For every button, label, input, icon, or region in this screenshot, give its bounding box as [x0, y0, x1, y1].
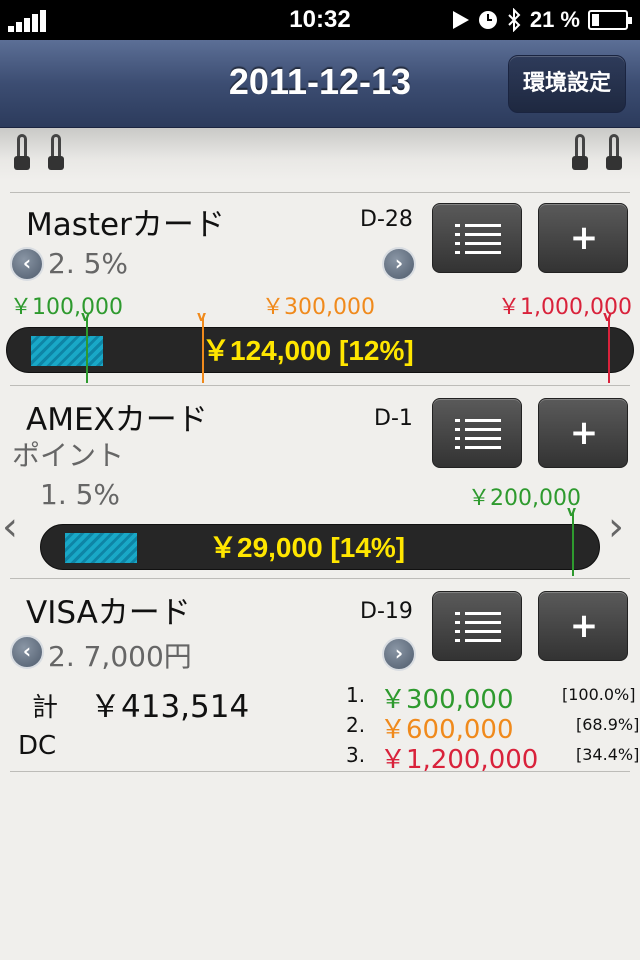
reward-rate: 2. 5%: [48, 247, 129, 280]
plan-amount: ￥1,200,000: [380, 745, 539, 775]
usage-amount: ￥124,000 [12%]: [202, 335, 414, 366]
card-amex[interactable]: AMEXカード D-1 + ポイント 1. 5% ￥200,000 ‹ › ￥2…: [2, 385, 630, 577]
alarm-clock-icon: [478, 11, 497, 29]
card-code: D-19: [360, 599, 413, 624]
card-name: VISAカード: [26, 595, 191, 631]
limit-marker-1: [572, 512, 574, 576]
usage-amount: ￥29,000 [14%]: [209, 532, 406, 563]
status-bar: 10:32 21 %: [0, 0, 640, 40]
list-icon: [455, 222, 501, 256]
limit-marker-1: [86, 317, 88, 383]
list-icon: [455, 417, 501, 451]
list-button[interactable]: [432, 398, 522, 468]
usage-bar-fill: [31, 336, 103, 366]
chevron-right-icon[interactable]: ›: [382, 247, 416, 281]
binder-ring-icon: [46, 134, 66, 174]
add-button[interactable]: +: [538, 203, 628, 273]
binder-rings: [0, 128, 640, 180]
plan-number: 1.: [346, 683, 366, 707]
chevron-right-icon[interactable]: ›: [382, 637, 416, 671]
usage-bar: ￥124,000 [12%]: [6, 327, 634, 373]
reward-rate: 1. 5%: [40, 478, 121, 511]
limit-label-1: ￥200,000: [468, 486, 581, 511]
limit-marker-3: [608, 317, 610, 383]
card-master[interactable]: Masterカード D-28 + ‹ 2. 5% › ￥100,000 ￥300…: [6, 192, 634, 384]
plan-number: 2.: [346, 713, 366, 737]
battery-icon: [588, 10, 632, 30]
reward-rate: 2. 7,000円: [48, 640, 192, 673]
list-button[interactable]: [432, 203, 522, 273]
plus-icon: +: [569, 606, 599, 646]
total-amount: ￥413,514: [90, 689, 250, 725]
plan-percent: [68.9%]: [576, 715, 640, 734]
chevron-left-icon[interactable]: ‹: [10, 247, 44, 281]
plan-percent: [100.0%]: [562, 685, 636, 704]
bluetooth-icon: [508, 8, 521, 32]
binder-ring-icon: [12, 134, 32, 174]
plus-icon: +: [569, 413, 599, 453]
plan-percent: [34.4%]: [576, 745, 640, 764]
usage-bar: ￥29,000 [14%]: [40, 524, 600, 570]
binder-ring-icon: [604, 134, 624, 174]
marker-tip-icon: v: [197, 309, 207, 325]
limit-label-1: ￥100,000: [10, 295, 123, 320]
next-arrow-icon[interactable]: ›: [608, 504, 624, 550]
battery-percent: 21 %: [529, 7, 580, 32]
add-button[interactable]: +: [538, 398, 628, 468]
total-label: 計: [32, 693, 59, 723]
list-icon: [455, 610, 501, 644]
limit-marker-2: [202, 317, 204, 383]
reward-type: ポイント: [12, 439, 125, 472]
previous-arrow-icon[interactable]: ‹: [2, 504, 18, 550]
marker-tip-icon: v: [567, 504, 577, 520]
add-button[interactable]: +: [538, 591, 628, 661]
play-icon: [452, 11, 469, 29]
card-name: Masterカード: [26, 207, 225, 243]
marker-tip-icon: v: [603, 309, 613, 325]
card-name: AMEXカード: [26, 402, 208, 438]
navigation-bar: 2011-12-13 環境設定: [0, 40, 640, 128]
card-code: D-28: [360, 207, 413, 232]
limit-label-2: ￥300,000: [262, 295, 375, 320]
plus-icon: +: [569, 218, 599, 258]
settings-button[interactable]: 環境設定: [508, 55, 626, 113]
chevron-left-icon[interactable]: ‹: [10, 635, 44, 669]
list-button[interactable]: [432, 591, 522, 661]
plan-number: 3.: [346, 743, 366, 767]
marker-tip-icon: v: [81, 309, 91, 325]
card-code: D-1: [374, 406, 413, 431]
card-visa[interactable]: VISAカード D-19 + ‹ 2. 7,000円 › 計 ￥413,514 …: [10, 578, 639, 775]
dc-label: DC: [18, 731, 57, 761]
usage-bar-fill: [65, 533, 137, 563]
binder-ring-icon: [570, 134, 590, 174]
